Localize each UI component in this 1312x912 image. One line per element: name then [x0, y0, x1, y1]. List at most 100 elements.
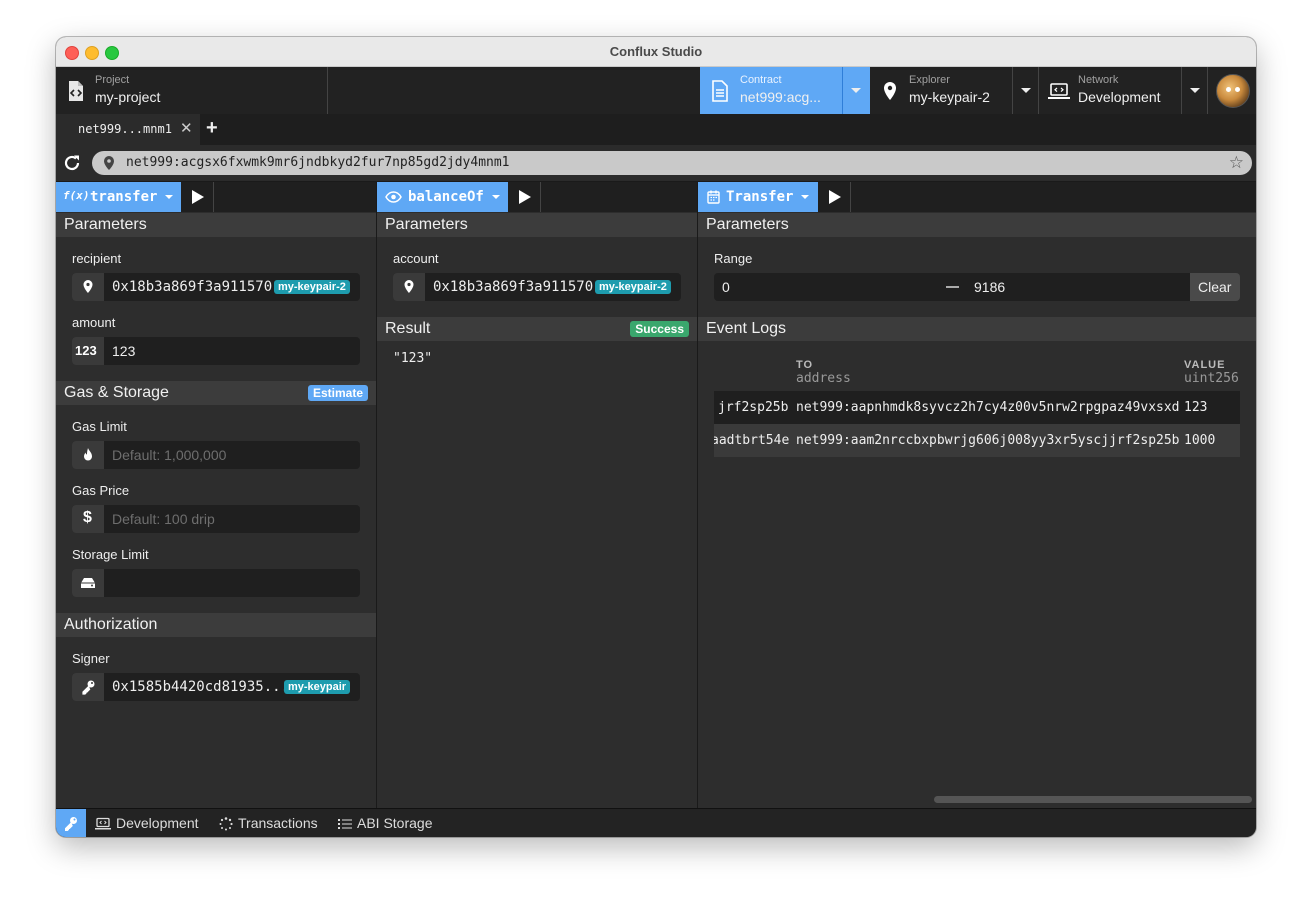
network-dropdown-button[interactable]: [1181, 67, 1207, 114]
storage-limit-label: Storage Limit: [72, 547, 149, 562]
network-selector[interactable]: Network Development: [1039, 67, 1208, 114]
explorer-dropdown-button[interactable]: [1012, 67, 1038, 114]
tab-close-icon[interactable]: ✕: [180, 119, 193, 137]
amount-field[interactable]: 123 123: [72, 337, 360, 365]
fire-icon: [72, 441, 104, 469]
list-icon: [338, 819, 352, 830]
network-label: Network: [1078, 74, 1119, 86]
keypair-badge: my-keypair-2: [274, 280, 350, 294]
range-from-input[interactable]: 0: [722, 279, 730, 295]
contract-selector[interactable]: Contract net999:acg...: [700, 67, 870, 114]
transactions-status-label: Transactions: [238, 815, 318, 831]
range-to-input[interactable]: 9186: [974, 279, 1005, 295]
storage-limit-field[interactable]: [72, 569, 360, 597]
chevron-down-icon: [165, 195, 173, 199]
method-selector-transfer[interactable]: f(x) transfer: [56, 182, 181, 212]
reload-icon[interactable]: [63, 154, 81, 172]
authorization-title: Authorization: [64, 616, 158, 633]
chevron-down-icon: [492, 195, 500, 199]
network-status-label: Development: [116, 815, 199, 831]
key-icon: [72, 673, 104, 701]
tab-contract[interactable]: net999...mnm1 ✕: [56, 114, 200, 145]
event-selector-transfer[interactable]: Transfer: [698, 182, 818, 212]
file-code-icon: [69, 81, 83, 101]
signer-label: Signer: [72, 651, 110, 666]
transfer-toolbar: f(x) transfer: [56, 182, 376, 212]
events-toolbar: Transfer: [698, 182, 1256, 212]
star-icon[interactable]: ☆: [1229, 153, 1244, 173]
signer-field[interactable]: 0x1585b4420cd81935... my-keypair: [72, 673, 360, 701]
contract-dropdown-button[interactable]: [842, 67, 868, 114]
account-value: 0x18b3a869f3a911570: [433, 279, 594, 295]
eye-icon: [385, 191, 402, 203]
amount-value: 123: [112, 343, 136, 359]
range-field: 0 9186: [714, 273, 1190, 301]
gas-price-field[interactable]: $ Default: 100 drip: [72, 505, 360, 533]
parameters-title: Parameters: [385, 216, 468, 233]
run-balanceof-button[interactable]: [508, 182, 541, 212]
gas-limit-field[interactable]: Default: 1,000,000: [72, 441, 360, 469]
explorer-label: Explorer: [909, 74, 950, 86]
keypair-badge: my-keypair: [284, 680, 351, 694]
column-type-to: address: [796, 371, 851, 386]
recipient-field[interactable]: 0x18b3a869f3a911570 my-keypair-2: [72, 273, 360, 301]
network-value: Development: [1078, 89, 1161, 105]
transactions-status-item[interactable]: Transactions: [219, 815, 318, 831]
parameters-header: Parameters: [56, 213, 376, 237]
recipient-value: 0x18b3a869f3a911570: [112, 279, 273, 295]
key-icon: [65, 817, 77, 831]
method-name: transfer: [90, 189, 158, 205]
spinner-icon: [219, 817, 233, 831]
keypair-manager-button[interactable]: [56, 809, 86, 837]
keypair-badge: my-keypair-2: [595, 280, 671, 294]
range-label: Range: [714, 251, 753, 266]
explorer-value: my-keypair-2: [909, 89, 990, 105]
gas-storage-title: Gas & Storage: [64, 384, 169, 401]
network-status-item[interactable]: Development: [95, 815, 199, 831]
range-separator: [946, 286, 959, 288]
authorization-header: Authorization: [56, 613, 376, 637]
table-row[interactable]: aadtbrt54e net999:aam2nrccbxpbwrjg606j00…: [714, 424, 1240, 457]
laptop-code-icon: [1048, 83, 1070, 99]
method-selector-balanceof[interactable]: balanceOf: [377, 182, 508, 212]
chevron-down-icon: [801, 195, 809, 199]
calendar-icon: [707, 190, 720, 204]
method-name: balanceOf: [408, 189, 484, 205]
result-header: Result Success: [377, 317, 697, 341]
signer-value: 0x1585b4420cd81935...: [112, 679, 290, 695]
horizontal-scrollbar[interactable]: [934, 796, 1252, 803]
column-header-value: VALUE: [1184, 359, 1226, 371]
clear-button-label: Clear: [1198, 279, 1232, 295]
account-field[interactable]: 0x18b3a869f3a911570 my-keypair-2: [393, 273, 681, 301]
run-transfer-button[interactable]: [181, 182, 214, 212]
map-pin-icon: [104, 156, 114, 170]
address-bar: net999:acgsx6fxwmk9mr6jndbkyd2fur7np85gd…: [56, 145, 1256, 182]
event-logs-title: Event Logs: [706, 320, 787, 337]
value-cell: 1000: [1184, 433, 1216, 448]
avatar-eye-right: [1235, 87, 1240, 92]
balanceof-toolbar: balanceOf: [377, 182, 697, 212]
gas-limit-label: Gas Limit: [72, 419, 127, 434]
estimate-button[interactable]: Estimate: [307, 385, 368, 401]
gas-price-placeholder: Default: 100 drip: [112, 511, 215, 527]
project-selector[interactable]: Project my-project: [56, 67, 328, 114]
address-input[interactable]: net999:acgsx6fxwmk9mr6jndbkyd2fur7np85gd…: [92, 151, 1252, 175]
from-cell: jrf2sp25b: [718, 400, 789, 415]
run-events-button[interactable]: [818, 182, 851, 212]
gas-price-label: Gas Price: [72, 483, 130, 498]
contract-label: Contract: [740, 74, 782, 86]
table-row[interactable]: jrf2sp25b net999:aapnhmdk8syvcz2h7cy4z00…: [714, 391, 1240, 424]
value-cell: 123: [1184, 400, 1208, 415]
map-pin-icon: [884, 82, 896, 100]
abi-storage-status-item[interactable]: ABI Storage: [338, 815, 433, 831]
user-avatar[interactable]: [1216, 74, 1250, 108]
parameters-header: Parameters: [698, 213, 1256, 237]
parameters-header: Parameters: [377, 213, 697, 237]
add-tab-button[interactable]: +: [206, 117, 218, 140]
success-badge: Success: [630, 321, 689, 337]
project-name: my-project: [95, 89, 161, 105]
app-header: Project my-project Contract net999:acg..…: [56, 67, 1256, 114]
clear-button[interactable]: Clear: [1190, 273, 1240, 301]
explorer-selector[interactable]: Explorer my-keypair-2: [870, 67, 1039, 114]
address-value: net999:acgsx6fxwmk9mr6jndbkyd2fur7np85gd…: [126, 155, 510, 170]
